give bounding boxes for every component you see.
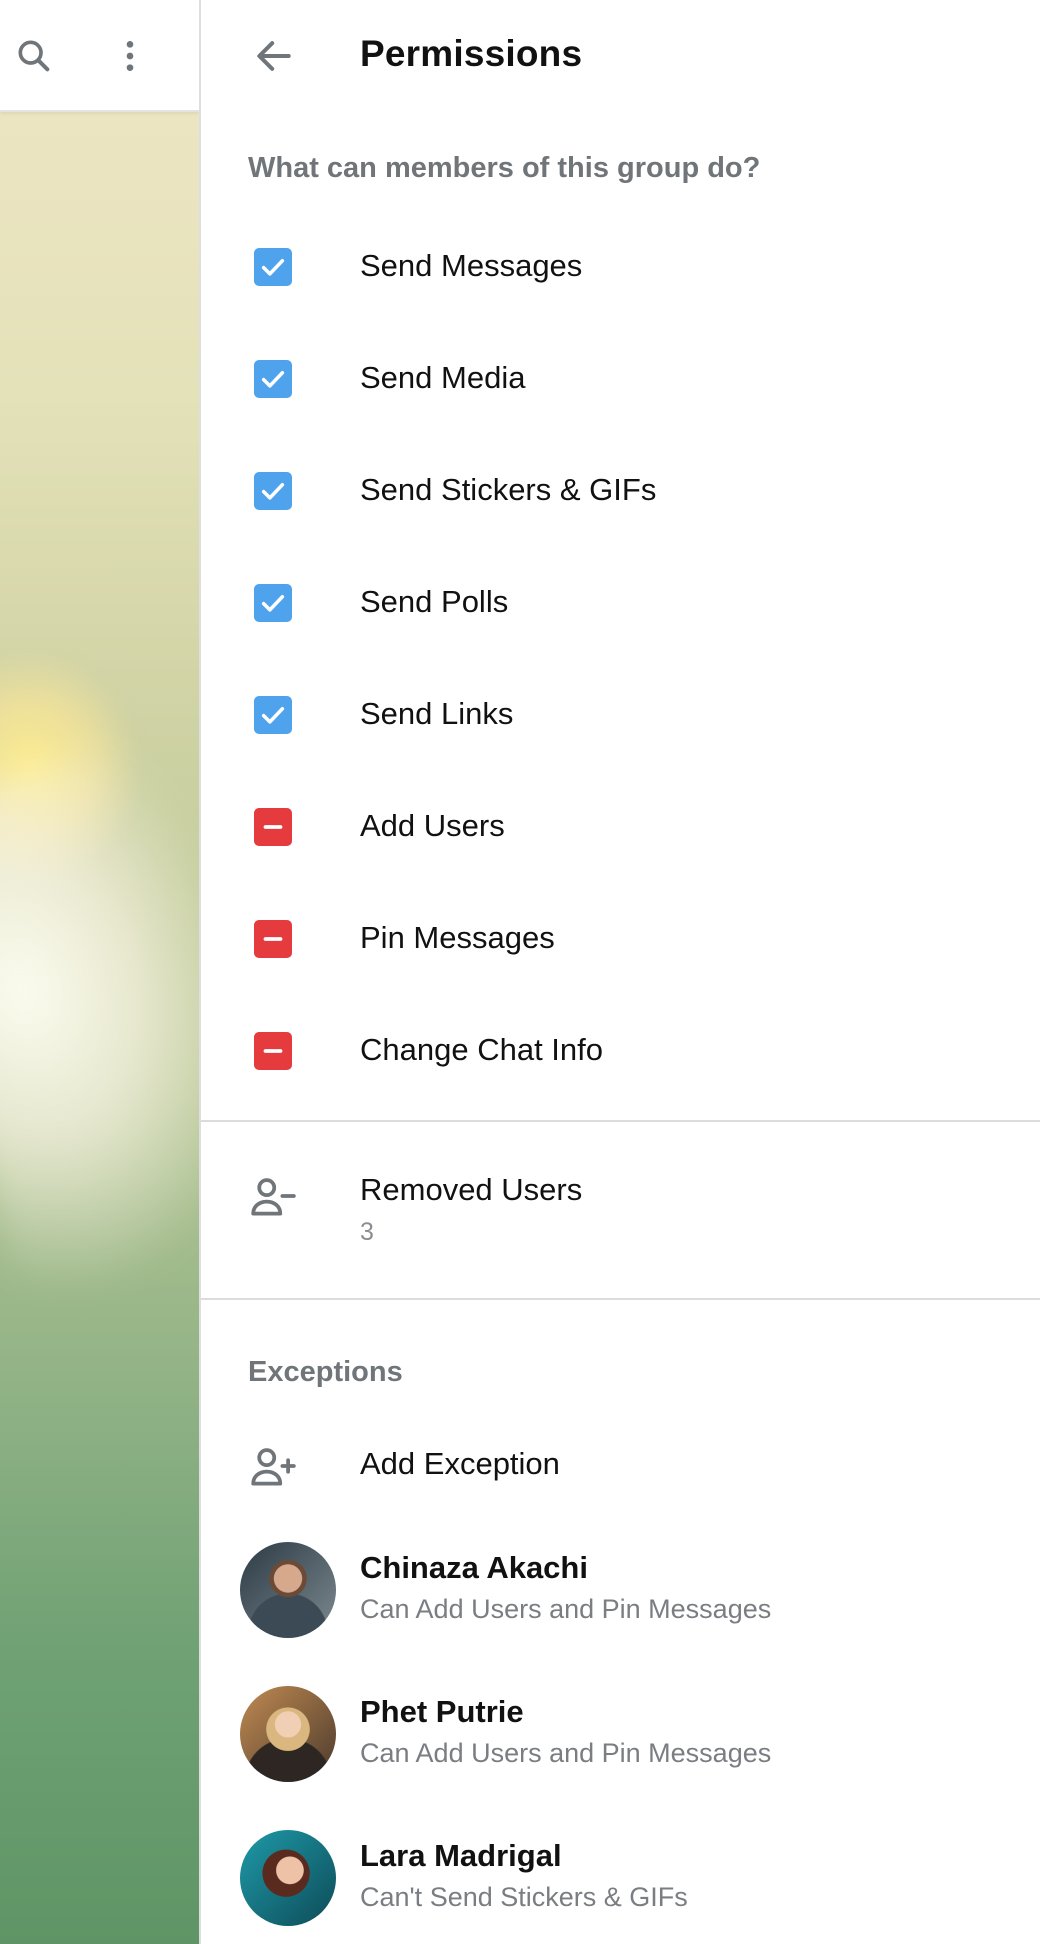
checkbox-checked[interactable] — [254, 584, 292, 622]
page-title: Permissions — [360, 33, 583, 74]
person-add-icon — [248, 1442, 298, 1492]
avatar — [240, 1686, 336, 1782]
permission-label: Change Chat Info — [360, 1032, 604, 1067]
checkmark-icon — [258, 588, 288, 618]
checkbox-denied[interactable] — [254, 808, 292, 846]
checkmark-icon — [258, 364, 288, 394]
exception-description: Can Add Users and Pin Messages — [360, 1594, 772, 1624]
removed-users-label: Removed Users — [360, 1172, 583, 1207]
permission-label: Send Messages — [360, 248, 583, 283]
chat-topbar — [0, 0, 199, 112]
removed-users-row[interactable]: Removed Users 3 — [201, 1122, 1040, 1298]
checkbox-checked[interactable] — [254, 696, 292, 734]
permission-label: Pin Messages — [360, 920, 555, 955]
permission-row[interactable]: Send Stickers & GIFs — [201, 432, 1040, 544]
exception-row[interactable]: Phet Putrie Can Add Users and Pin Message… — [201, 1662, 1040, 1806]
permission-row[interactable]: Pin Messages — [201, 880, 1040, 992]
exception-name: Chinaza Akachi — [360, 1550, 588, 1585]
permissions-section-label: What can members of this group do? — [248, 152, 761, 184]
checkbox-checked[interactable] — [254, 360, 292, 398]
exception-name: Phet Putrie — [360, 1694, 524, 1729]
app-root: Permissions What can members of this gro… — [0, 0, 1040, 1944]
permission-label: Send Links — [360, 696, 514, 731]
permissions-panel: Permissions What can members of this gro… — [201, 0, 1040, 1944]
minus-icon — [258, 1036, 288, 1066]
exception-name: Lara Madrigal — [360, 1838, 562, 1873]
avatar — [240, 1542, 336, 1638]
checkmark-icon — [258, 476, 288, 506]
checkbox-checked[interactable] — [254, 248, 292, 286]
permission-row[interactable]: Add Users — [201, 768, 1040, 880]
more-vertical-icon[interactable] — [106, 32, 154, 80]
checkmark-icon — [258, 252, 288, 282]
permission-row[interactable]: Send Links — [201, 656, 1040, 768]
background-wallpaper-flower — [0, 723, 199, 1317]
permission-row[interactable]: Send Messages — [201, 208, 1040, 320]
permission-row[interactable]: Change Chat Info — [201, 992, 1040, 1104]
exception-description: Can Add Users and Pin Messages — [360, 1738, 772, 1768]
exception-row[interactable]: Chinaza Akachi Can Add Users and Pin Mess… — [201, 1518, 1040, 1662]
minus-icon — [258, 812, 288, 842]
panel-header: Permissions — [201, 0, 1040, 112]
chat-background-pane — [0, 0, 199, 1944]
permission-row[interactable]: Send Polls — [201, 544, 1040, 656]
search-icon[interactable] — [10, 32, 58, 80]
exception-description: Can't Send Stickers & GIFs — [360, 1882, 688, 1912]
exception-row[interactable]: Lara Madrigal Can't Send Stickers & GIFs — [201, 1806, 1040, 1944]
exceptions-section-label: Exceptions — [248, 1356, 403, 1388]
avatar — [240, 1830, 336, 1926]
checkbox-denied[interactable] — [254, 920, 292, 958]
person-remove-icon — [248, 1172, 298, 1222]
checkmark-icon — [258, 700, 288, 730]
minus-icon — [258, 924, 288, 954]
checkbox-checked[interactable] — [254, 472, 292, 510]
checkbox-denied[interactable] — [254, 1032, 292, 1070]
permission-label: Send Polls — [360, 584, 509, 619]
permission-label: Send Media — [360, 360, 526, 395]
permission-label: Send Stickers & GIFs — [360, 472, 657, 507]
removed-users-count: 3 — [360, 1218, 374, 1246]
add-exception-label: Add Exception — [360, 1446, 560, 1481]
separator — [201, 1298, 1040, 1300]
permission-row[interactable]: Send Media — [201, 320, 1040, 432]
permission-label: Add Users — [360, 808, 505, 843]
add-exception-button[interactable]: Add Exception — [201, 1414, 1040, 1518]
arrow-left-icon[interactable] — [248, 30, 300, 82]
